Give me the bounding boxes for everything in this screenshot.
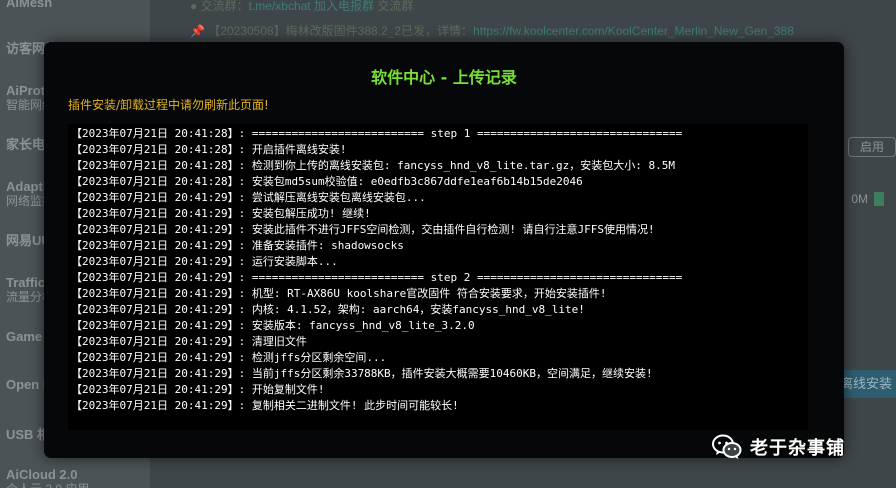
log-line: 【2023年07月21日 20:41:29】: 开始复制文件! (71, 383, 325, 396)
log-line: 【2023年07月21日 20:41:29】: 安装版本: fancyss_hn… (71, 319, 475, 332)
meter-label: 0M (851, 192, 868, 206)
sidebar-item-label: AiMesh (6, 0, 53, 10)
enable-button[interactable]: 启用 (848, 137, 896, 157)
telegram-link[interactable]: t.me/xbchat 加入电报群 (249, 0, 374, 13)
log-line: 【2023年07月21日 20:41:28】: ================… (71, 127, 683, 140)
log-line: 【2023年07月21日 20:41:29】: ================… (71, 271, 683, 284)
log-line: 【2023年07月21日 20:41:29】: 尝试解压离线安装包离线安装包..… (71, 191, 426, 204)
log-line: 【2023年07月21日 20:41:29】: 复制相关二进制文件! 此步时间可… (71, 399, 459, 412)
sidebar-item-label: AiCloud 2.0 (6, 467, 78, 482)
log-line: 【2023年07月21日 20:41:29】: 安装此插件不进行JFFS空间检测… (71, 223, 655, 236)
offline-install-button[interactable]: 离线安装 (836, 370, 896, 398)
log-line: 【2023年07月21日 20:41:29】: 当前jffs分区剩余33788K… (71, 367, 653, 380)
log-line: 【2023年07月21日 20:41:28】: 安装包md5sum校验值: e0… (71, 175, 583, 188)
sidebar-item[interactable]: AiCloud 2.0个人云 2.0 应用 (6, 468, 89, 488)
log-line: 【2023年07月21日 20:41:28】: 开启插件离线安装! (71, 143, 347, 156)
log-line: 【2023年07月21日 20:41:29】: 检测jffs分区剩余空间... (71, 351, 387, 364)
modal-warning: 插件安装/卸载过程中请勿刷新此页面! (68, 98, 269, 112)
upload-log-modal: 软件中心 - 上传记录 插件安装/卸载过程中请勿刷新此页面! 【2023年07月… (44, 42, 844, 458)
log-output[interactable]: 【2023年07月21日 20:41:28】: ================… (68, 124, 808, 430)
sidebar-item-sublabel: 个人云 2.0 应用 (6, 482, 89, 488)
log-line: 【2023年07月21日 20:41:29】: 清理旧文件 (71, 335, 307, 348)
sidebar-item[interactable]: Game (6, 330, 42, 344)
sidebar-item[interactable]: AiMesh (6, 0, 52, 10)
log-line: 【2023年07月21日 20:41:29】: 内核: 4.1.52，架构: a… (71, 303, 585, 316)
log-line: 【2023年07月21日 20:41:29】: 运行安装脚本... (71, 255, 338, 268)
log-line: 【2023年07月21日 20:41:28】: 检测到你上传的离线安装包: fa… (71, 159, 675, 172)
firmware-link[interactable]: https://fw.koolcenter.com/KoolCenter_Mer… (473, 24, 794, 38)
log-line: 【2023年07月21日 20:41:29】: 准备安装插件: shadowso… (71, 239, 404, 252)
sidebar-item-label: Game (6, 329, 43, 344)
modal-title: 软件中心 - 上传记录 (371, 68, 517, 87)
pin-icon: 📌 (190, 24, 209, 38)
announcement-line-1: ● 交流群：t.me/xbchat 加入电报群 交流群 (190, 0, 414, 13)
log-line: 【2023年07月21日 20:41:29】: 机型: RT-AX86U koo… (71, 287, 607, 300)
meter-bar (874, 192, 884, 206)
watermark: 老于杂事铺 (712, 432, 845, 462)
watermark-text: 老于杂事铺 (750, 438, 845, 459)
log-line: 【2023年07月21日 20:41:29】: 安装包解压成功! 继续! (71, 207, 371, 220)
announcement-line-2: 📌 【20230508】梅林改版固件388.2_2已发，详情：https://f… (190, 24, 794, 38)
wechat-icon (712, 434, 742, 459)
